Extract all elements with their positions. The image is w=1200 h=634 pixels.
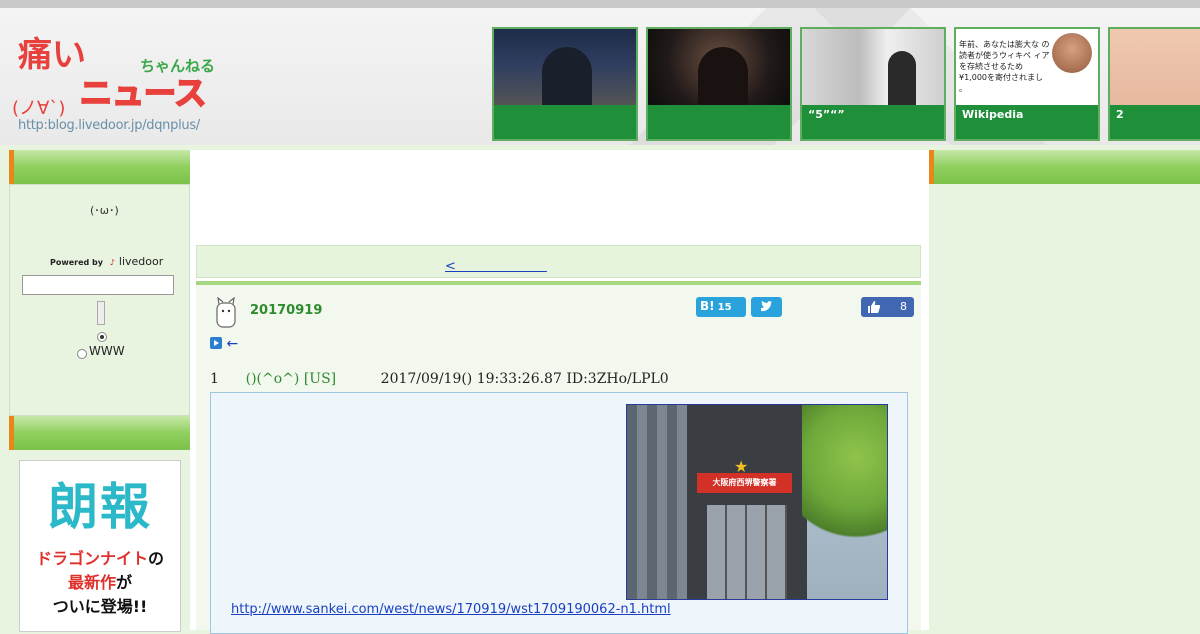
article: 20170919 B! 15 8 ← 1 ()(^o^) [US] 2017/09… xyxy=(196,281,921,634)
hatena-bookmark-button[interactable]: B! 15 xyxy=(696,297,746,317)
logo-title-top: 痛い xyxy=(18,35,86,75)
search-input[interactable] xyxy=(22,275,174,295)
thumb-image xyxy=(802,29,944,107)
livedoor-brand: livedoor xyxy=(118,255,164,268)
post-header: 1 ()(^o^) [US] 2017/09/19() 19:33:26.87 … xyxy=(210,371,669,387)
thumb-caption: “5”“” xyxy=(802,105,944,139)
thumb-image-text: 年前、あなたは膨大な の読者が使うウィキペ ィアを存続させるため ¥1,000を… xyxy=(959,40,1050,93)
thumb-image xyxy=(494,29,636,107)
sidebar-header-bar xyxy=(9,416,190,450)
featured-thumbnails: “5”“” 年前、あなたは膨大な の読者が使うウィキペ ィアを存続させるため ¥… xyxy=(492,27,1200,141)
police-station-photo[interactable]: ★ 大阪府西堺警察署 xyxy=(626,404,888,600)
ad-kanji: 朗報 xyxy=(48,478,152,536)
thumb-image xyxy=(648,29,790,107)
ad-line2-black: が xyxy=(116,573,133,592)
ad-line1-black: の xyxy=(148,549,165,568)
article-title: 20170919 xyxy=(250,303,323,318)
search-widget: (･ω･) Powered by ♪ livedoor WWW xyxy=(9,184,190,416)
ad-line1-red: ドラゴンナイト xyxy=(35,549,148,568)
thumbs-up-icon xyxy=(868,301,881,313)
prev-article-link[interactable]: < xyxy=(445,255,547,274)
logo-face: (ノ∀`) xyxy=(12,98,65,119)
left-sidebar: (･ω･) Powered by ♪ livedoor WWW 朗報 ドラゴンナイ… xyxy=(9,150,190,632)
radio-www[interactable] xyxy=(77,349,87,359)
back-arrow-icon[interactable]: ← xyxy=(226,336,238,352)
ad-line1: ドラゴンナイトの xyxy=(20,545,180,569)
site-header: 痛い ちゃんねる ニュース (ノ∀`) http:blog.livedoor.j… xyxy=(0,0,1200,145)
right-sidebar xyxy=(929,150,1200,630)
station-sign: 大阪府西堺警察署 xyxy=(697,473,792,493)
twitter-icon xyxy=(761,300,772,312)
photo-entrance xyxy=(707,505,787,599)
search-button[interactable] xyxy=(97,301,105,325)
powered-by: Powered by ♪ livedoor xyxy=(50,255,163,268)
post-datetime: 2017/09/19() 19:33:26.87 ID:3ZHo/LPL0 xyxy=(380,371,669,387)
tweet-button[interactable] xyxy=(751,297,782,317)
sidebar-header-bar xyxy=(929,150,1200,184)
thumb-image xyxy=(1110,29,1200,107)
back-row[interactable]: ← xyxy=(210,336,238,352)
ad-line2: 最新作が xyxy=(20,569,180,593)
radio-blog[interactable] xyxy=(97,332,107,342)
thumb-caption: 2 xyxy=(1110,105,1200,139)
thumb-image: 年前、あなたは膨大な の読者が使うウィキペ ィアを存続させるため ¥1,000を… xyxy=(956,29,1098,107)
thumb-caption: Wikipedia xyxy=(956,105,1098,139)
hatena-bookmark-icon: B! xyxy=(700,299,715,313)
logo-title-main: ニュース xyxy=(80,74,206,112)
source-link[interactable]: http://www.sankei.com/west/news/170919/w… xyxy=(231,602,671,617)
article-nav-bar: < xyxy=(196,245,921,278)
like-count: 8 xyxy=(900,300,907,313)
post-body: ★ 大阪府西堺警察署 http://www.sankei.com/west/ne… xyxy=(210,392,908,634)
play-icon[interactable] xyxy=(210,337,222,349)
logo-suffix: ちゃんねる xyxy=(140,57,215,75)
ad-line2-red: 最新作 xyxy=(67,573,116,592)
author-avatar-icon xyxy=(216,297,236,328)
post-number: 1 xyxy=(210,371,219,387)
facebook-like-button[interactable]: 8 xyxy=(861,297,914,317)
powered-by-label: Powered by xyxy=(50,258,103,267)
featured-thumb[interactable]: “5”“” xyxy=(800,27,946,141)
livedoor-logo-icon: ♪ xyxy=(109,258,115,267)
avatar xyxy=(1052,33,1092,73)
photo-tree xyxy=(802,405,887,555)
smiley-icon: (･ω･) xyxy=(90,204,119,217)
featured-thumb[interactable]: 2 xyxy=(1108,27,1200,141)
thumb-caption xyxy=(494,105,636,139)
featured-thumb[interactable]: 年前、あなたは膨大な の読者が使うウィキペ ィアを存続させるため ¥1,000を… xyxy=(954,27,1100,141)
ad-banner-area xyxy=(190,150,929,245)
main-content: < 20170919 B! 15 8 ← 1 ()(^o^) [US] 2017… xyxy=(190,150,929,634)
sidebar-header-bar xyxy=(9,150,190,184)
hatena-count: 15 xyxy=(717,302,732,313)
sidebar-ad[interactable]: 朗報 ドラゴンナイトの 最新作が ついに登場!! xyxy=(19,460,181,632)
radio-www-label: WWW xyxy=(89,344,125,358)
thumb-caption xyxy=(648,105,790,139)
featured-thumb[interactable] xyxy=(646,27,792,141)
logo-url[interactable]: http:blog.livedoor.jp/dqnplus/ xyxy=(18,118,200,133)
featured-thumb[interactable] xyxy=(492,27,638,141)
post-name: ()(^o^) [US] xyxy=(245,371,337,387)
ad-line3: ついに登場!! xyxy=(52,597,148,616)
